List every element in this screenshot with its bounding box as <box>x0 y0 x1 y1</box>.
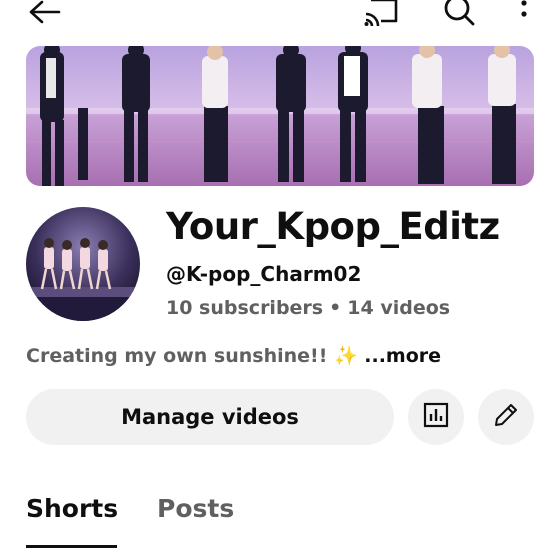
selected-tab-indicator <box>26 545 117 548</box>
analytics-button[interactable] <box>408 389 464 445</box>
channel-handle: @K-pop_Charm02 <box>166 262 362 286</box>
analytics-icon <box>423 402 449 432</box>
channel-description[interactable]: Creating my own sunshine!! ✨ ...more <box>26 344 441 367</box>
description-text: Creating my own sunshine!! ✨ <box>26 345 358 367</box>
subscriber-count: 10 subscribers <box>166 297 324 319</box>
channel-name: Your_Kpop_Editz <box>166 205 500 248</box>
video-count: 14 videos <box>347 297 451 319</box>
edit-button[interactable] <box>478 389 534 445</box>
tab-shorts[interactable]: Shorts <box>26 494 118 523</box>
stats-separator: • <box>329 297 342 319</box>
channel-stats: 10 subscribers • 14 videos <box>166 297 450 319</box>
pencil-icon <box>492 401 520 433</box>
more-link[interactable]: ...more <box>364 345 441 367</box>
top-bar <box>0 0 560 32</box>
arrow-left-icon[interactable] <box>28 0 62 26</box>
more-vertical-icon[interactable] <box>514 0 534 26</box>
search-icon[interactable] <box>441 0 475 26</box>
channel-banner <box>26 46 534 186</box>
cast-icon[interactable] <box>363 0 399 27</box>
manage-videos-button[interactable]: Manage videos <box>26 389 394 445</box>
tab-posts[interactable]: Posts <box>157 494 234 523</box>
channel-avatar[interactable] <box>26 207 140 321</box>
channel-tabs: Shorts Posts <box>0 488 560 560</box>
